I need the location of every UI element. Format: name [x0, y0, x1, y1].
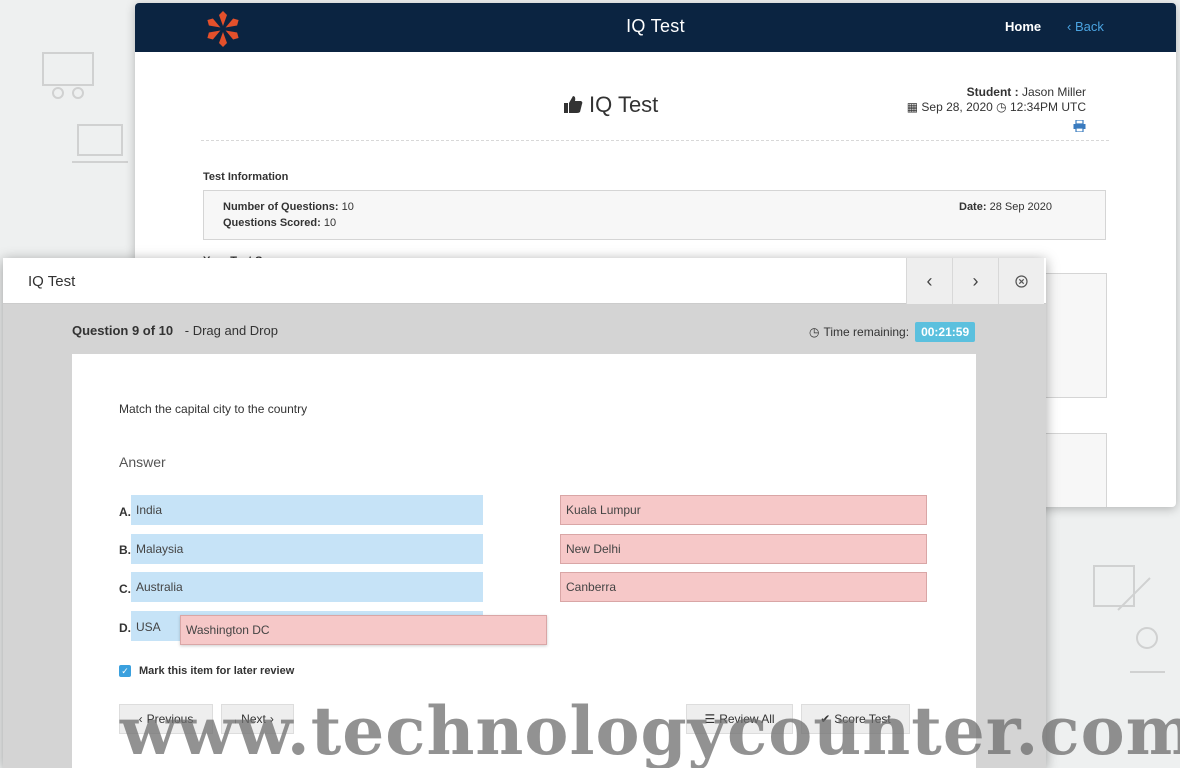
capital-item-washington-dc-dragging[interactable]: Washington DC	[180, 615, 547, 645]
answer-heading: Answer	[119, 454, 166, 470]
laptop-icon	[72, 124, 128, 163]
modal-header: IQ Test ‹ ›	[3, 258, 1046, 304]
student-label: Student :	[966, 85, 1019, 99]
student-info: Student : Jason Miller ▦ Sep 28, 2020 ◷ …	[907, 85, 1086, 115]
capital-label: Canberra	[566, 580, 617, 594]
score-panel-secondary	[1045, 433, 1107, 507]
num-questions-value: 10	[341, 201, 354, 213]
country-label: Australia	[136, 580, 183, 594]
thumbs-up-icon	[564, 96, 583, 113]
mark-review-row[interactable]: ✓ Mark this item for later review	[119, 665, 294, 677]
print-icon[interactable]	[1073, 120, 1086, 132]
option-letter-a: A.	[119, 505, 131, 519]
student-name: Jason Miller	[1021, 85, 1086, 99]
test-date-label: Date:	[959, 201, 987, 213]
question-type: - Drag and Drop	[184, 323, 278, 338]
country-label: USA	[136, 620, 161, 634]
report-date: Sep 28, 2020	[921, 100, 993, 114]
capital-item-kuala-lumpur[interactable]: Kuala Lumpur	[560, 495, 927, 525]
chevron-right-icon: ›	[972, 270, 979, 291]
question-counter: Question 9 of 10	[72, 323, 174, 338]
close-icon	[1015, 274, 1028, 288]
capital-label: New Delhi	[566, 542, 621, 556]
header-divider	[201, 140, 1109, 141]
next-question-button[interactable]: ›	[952, 258, 998, 304]
chevron-left-icon: ‹	[1067, 19, 1075, 34]
test-info-box: Number of Questions: 10 Questions Scored…	[203, 190, 1106, 240]
country-label: Malaysia	[136, 542, 184, 556]
num-questions-row: Number of Questions: 10	[223, 201, 354, 213]
modal-title: IQ Test	[28, 273, 76, 290]
report-title: IQ Test	[563, 92, 658, 118]
questions-scored-value: 10	[323, 217, 337, 229]
time-remaining-badge: 00:21:59	[915, 322, 976, 342]
clock-icon: ◷	[809, 325, 820, 339]
watermark: www.technologycounter.com	[120, 692, 1180, 768]
calendar-icon: ▦	[906, 100, 919, 114]
capital-item-new-delhi[interactable]: New Delhi	[560, 534, 927, 564]
top-navbar: IQ Test Home ‹ Back	[135, 3, 1176, 52]
mark-review-checkbox[interactable]: ✓	[119, 665, 131, 677]
country-slot-india[interactable]: India	[131, 495, 483, 525]
country-label: India	[136, 503, 163, 517]
capital-label: Kuala Lumpur	[566, 503, 641, 517]
option-letter-d: D.	[119, 621, 131, 635]
close-modal-button[interactable]	[998, 258, 1044, 304]
home-link[interactable]: Home	[1005, 19, 1041, 34]
test-date-row: Date: 28 Sep 2020	[959, 201, 1052, 213]
tools-icon	[1093, 565, 1151, 611]
prev-question-button[interactable]: ‹	[906, 258, 952, 304]
time-remaining-label: Time remaining:	[823, 325, 910, 339]
chevron-left-icon: ‹	[926, 270, 933, 291]
capital-label: Washington DC	[186, 623, 270, 637]
report-title-text: IQ Test	[589, 92, 659, 117]
questions-scored-label: Questions Scored:	[223, 217, 321, 229]
test-info-title: Test Information	[203, 171, 289, 183]
timer: ◷ Time remaining: 00:21:59	[809, 322, 976, 342]
num-questions-label: Number of Questions:	[223, 201, 339, 213]
clock-icon: ◷	[996, 100, 1007, 114]
mark-review-label: Mark this item for later review	[139, 665, 295, 677]
back-link-label: Back	[1074, 19, 1104, 34]
question-prompt: Match the capital city to the country	[119, 402, 308, 416]
score-panel	[1045, 273, 1107, 398]
option-letter-b: B.	[119, 543, 131, 557]
option-letter-c: C.	[119, 582, 131, 596]
country-slot-malaysia[interactable]: Malaysia	[131, 534, 483, 564]
report-time: 12:34PM UTC	[1009, 100, 1086, 114]
questions-scored-row: Questions Scored: 10	[223, 217, 336, 229]
capital-item-canberra[interactable]: Canberra	[560, 572, 927, 602]
microscope-icon	[1130, 627, 1165, 673]
test-date-value: 28 Sep 2020	[989, 201, 1052, 213]
country-slot-australia[interactable]: Australia	[131, 572, 483, 602]
presentation-icon	[42, 52, 94, 99]
question-header: Question 9 of 10 - Drag and Drop	[72, 323, 278, 338]
back-link[interactable]: ‹ Back	[1067, 19, 1104, 34]
